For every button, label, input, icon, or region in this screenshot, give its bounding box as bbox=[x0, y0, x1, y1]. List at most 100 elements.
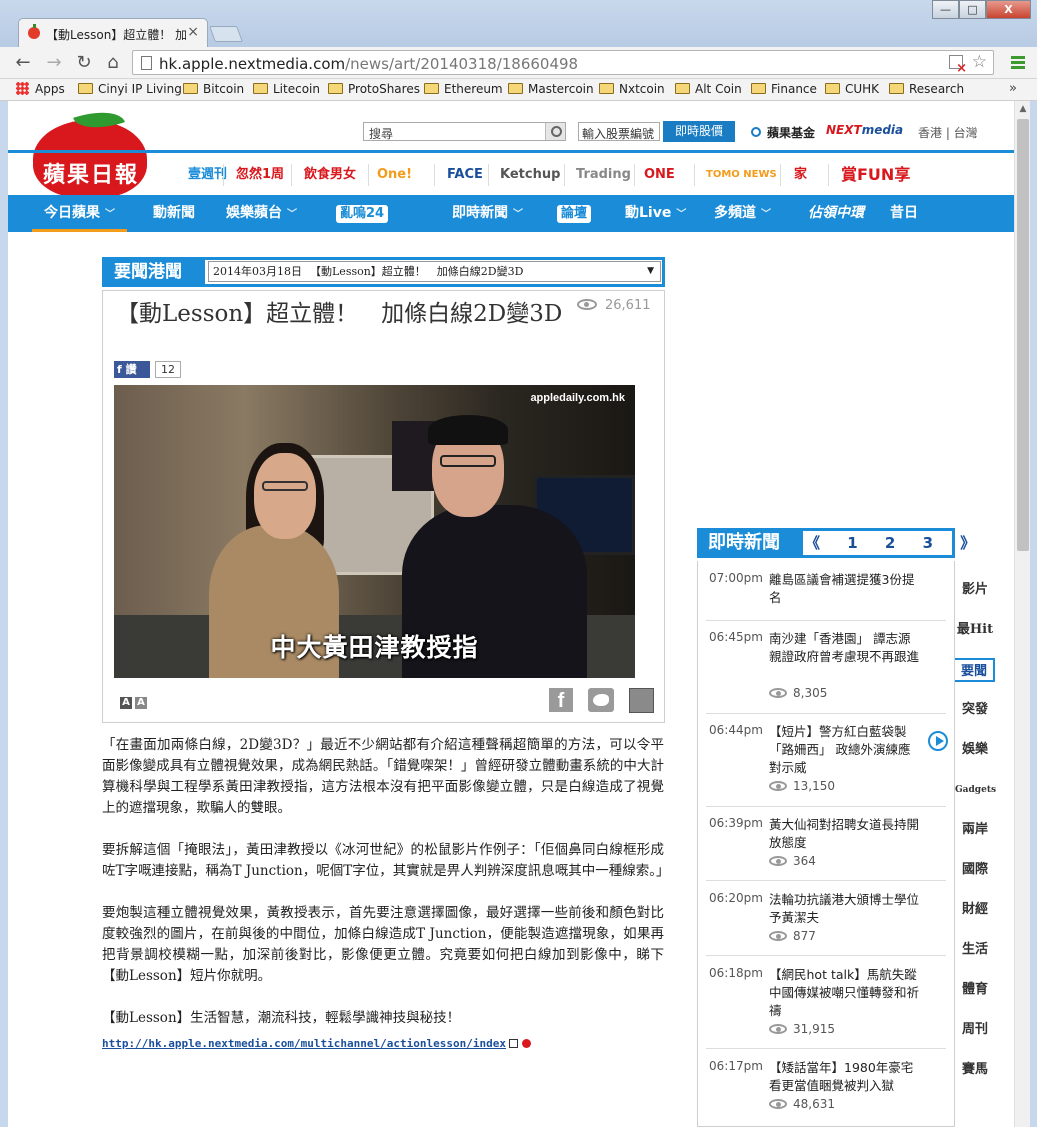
external-link-icon[interactable] bbox=[508, 1039, 518, 1048]
category-tab[interactable]: 賽馬 bbox=[955, 1058, 995, 1082]
close-window-button[interactable]: X bbox=[986, 0, 1031, 19]
nav-today-apple[interactable]: 今日蘋果 ﹀ bbox=[32, 195, 127, 232]
browser-tab[interactable]: 【動Lesson】超立體！ 加 × bbox=[18, 18, 208, 47]
news-title[interactable]: 【網民hot talk】馬航失蹤中國傳媒被嘲只懂轉發和祈禱 bbox=[769, 966, 921, 1020]
nav-occupy-central[interactable]: 佔領中環 bbox=[808, 195, 864, 232]
region-links[interactable]: 香港 | 台灣 bbox=[918, 124, 978, 141]
news-title[interactable]: 黃大仙祠對招聘女道長持開放態度 bbox=[769, 816, 921, 852]
brand-link[interactable]: 飲食男女 bbox=[304, 164, 356, 186]
brand-link[interactable]: One! bbox=[377, 164, 412, 186]
news-title[interactable]: 離島區議會補選提獲3份提名 bbox=[769, 571, 921, 607]
category-tab-active[interactable]: 要聞 bbox=[955, 658, 995, 682]
video-player[interactable]: appledaily.com.hk 中大黃田津教授指 bbox=[114, 385, 635, 678]
bookmark-item[interactable]: Alt Coin bbox=[675, 82, 742, 96]
news-title[interactable]: 【短片】警方紅白藍袋製「路姍西」 政總外演練應對示威 bbox=[769, 723, 921, 777]
bookmark-item[interactable]: Research bbox=[889, 82, 964, 96]
nav-entertainment[interactable]: 娛樂蘋台 ﹀ bbox=[226, 195, 297, 232]
news-title[interactable]: 【矮話當年】1980年豪宅看更當值睏覺被判入獄 bbox=[769, 1059, 921, 1095]
url-text[interactable]: hk.apple.nextmedia.com/news/art/20140318… bbox=[159, 55, 578, 73]
font-smaller-button[interactable]: A bbox=[120, 697, 132, 709]
action-lesson-link[interactable]: http://hk.apple.nextmedia.com/multichann… bbox=[102, 1037, 506, 1050]
page-1[interactable]: 1 bbox=[847, 531, 857, 555]
bookmark-item[interactable]: Cinyi IP Living bbox=[78, 82, 182, 96]
news-item[interactable]: 06:17pm 【矮話當年】1980年豪宅看更當值睏覺被判入獄 48,631 bbox=[706, 1059, 946, 1119]
new-tab-button[interactable] bbox=[209, 26, 243, 42]
bookmark-star-icon[interactable]: ☆ bbox=[972, 52, 987, 72]
reload-icon[interactable]: ↻ bbox=[73, 52, 95, 74]
brand-link[interactable]: 忽然1周 bbox=[236, 164, 284, 186]
stock-code-input[interactable]: 輸入股票編號 bbox=[578, 122, 660, 141]
menu-icon[interactable] bbox=[1011, 56, 1025, 71]
bookmark-item[interactable]: Nxtcoin bbox=[599, 82, 665, 96]
maximize-button[interactable]: □ bbox=[959, 0, 986, 19]
category-tab[interactable]: 娛樂 bbox=[955, 738, 995, 762]
back-arrow-icon[interactable]: ← bbox=[12, 52, 34, 74]
article-select-dropdown[interactable]: 2014年03月18日 【動Lesson】超立體！ 加條白線2D變3D ▼ bbox=[208, 261, 661, 282]
tab-close-icon[interactable]: × bbox=[187, 24, 199, 40]
bookmark-item[interactable]: Bitcoin bbox=[183, 82, 244, 96]
home-icon[interactable]: ⌂ bbox=[102, 52, 124, 74]
brand-link[interactable]: 壹週刊 bbox=[188, 164, 227, 186]
address-bar[interactable]: hk.apple.nextmedia.com/news/art/20140318… bbox=[132, 50, 994, 76]
scroll-up-icon[interactable]: ▲ bbox=[1015, 101, 1031, 117]
scrollbar-thumb[interactable] bbox=[1017, 119, 1029, 551]
news-item[interactable]: 06:44pm 【短片】警方紅白藍袋製「路姍西」 政總外演練應對示威 13,15… bbox=[706, 723, 948, 807]
category-tab[interactable]: 最Hit bbox=[955, 618, 995, 642]
bookmark-item[interactable]: Ethereum bbox=[424, 82, 503, 96]
news-item[interactable]: 06:20pm 法輪功抗議港大頒博士學位予黃潔夫 877 bbox=[706, 891, 946, 956]
news-item[interactable]: 06:39pm 黃大仙祠對招聘女道長持開放態度 364 bbox=[706, 816, 946, 881]
share-twitter-icon[interactable] bbox=[588, 688, 614, 712]
news-title[interactable]: 法輪功抗議港大頒博士學位予黃潔夫 bbox=[769, 891, 921, 927]
bookmark-apps[interactable]: Apps bbox=[16, 82, 65, 96]
more-bookmarks-icon[interactable]: » bbox=[1009, 81, 1017, 96]
brand-link[interactable]: FACE bbox=[447, 164, 483, 186]
share-facebook-icon[interactable]: f bbox=[549, 688, 573, 712]
apple-fund-link[interactable]: 蘋果基金 bbox=[751, 124, 815, 141]
search-icon[interactable] bbox=[545, 123, 565, 140]
bookmark-item[interactable]: ProtoShares bbox=[328, 82, 420, 96]
nav-motion-news[interactable]: 動新聞 bbox=[153, 195, 195, 232]
category-tab[interactable]: 兩岸 bbox=[955, 818, 995, 842]
bookmark-item[interactable]: Litecoin bbox=[253, 82, 320, 96]
bookmark-item[interactable]: Finance bbox=[751, 82, 817, 96]
category-tab[interactable]: 國際 bbox=[955, 858, 995, 882]
facebook-like-button[interactable]: f 讚 bbox=[114, 361, 150, 378]
brand-link[interactable]: TOMO NEWS bbox=[706, 164, 777, 186]
nextmedia-logo[interactable]: NEXTmedia bbox=[826, 123, 903, 137]
nav-live[interactable]: 動Live ﹀ bbox=[625, 195, 686, 232]
brand-link[interactable]: Trading bbox=[576, 164, 631, 186]
next-page-icon[interactable]: 》 bbox=[960, 531, 975, 555]
nav-channels[interactable]: 多頻道 ﹀ bbox=[714, 195, 771, 232]
category-tab[interactable]: 財經 bbox=[955, 898, 995, 922]
brand-link[interactable]: ONE bbox=[644, 164, 675, 186]
category-tab[interactable]: Gadgets bbox=[955, 778, 996, 802]
nav-forum[interactable]: 論壇 bbox=[557, 195, 592, 232]
category-tab[interactable]: 突發 bbox=[955, 698, 995, 722]
category-tab[interactable]: 生活 bbox=[955, 938, 995, 962]
news-item[interactable]: 06:45pm 南沙建「香港園」 譚志源親證政府曾考慮現不再跟進 8,305 bbox=[706, 630, 946, 714]
nav-archive[interactable]: 昔日 bbox=[890, 195, 918, 232]
share-more-icon[interactable] bbox=[629, 688, 654, 713]
category-tab[interactable]: 影片 bbox=[955, 578, 995, 602]
forward-arrow-icon[interactable]: → bbox=[43, 52, 65, 74]
page-2[interactable]: 2 bbox=[885, 531, 895, 555]
bookmark-item[interactable]: Mastercoin bbox=[508, 82, 594, 96]
brand-link[interactable]: Ketchup bbox=[500, 164, 560, 186]
minimize-button[interactable]: — bbox=[932, 0, 959, 19]
news-title[interactable]: 南沙建「香港園」 譚志源親證政府曾考慮現不再跟進 bbox=[769, 630, 921, 666]
brand-link[interactable]: 家 bbox=[794, 164, 807, 186]
category-tab[interactable]: 體育 bbox=[955, 978, 995, 1002]
news-item[interactable]: 07:00pm 離島區議會補選提獲3份提名 bbox=[706, 571, 946, 621]
brand-link[interactable]: 賞FUN享 bbox=[841, 164, 910, 186]
play-video-icon[interactable] bbox=[928, 731, 948, 751]
prev-page-icon[interactable]: 《 bbox=[805, 531, 820, 555]
site-search-input[interactable]: 搜尋 bbox=[363, 122, 566, 141]
page-scrollbar[interactable]: ▲ bbox=[1014, 101, 1030, 1127]
page-3[interactable]: 3 bbox=[923, 531, 933, 555]
stock-quote-button[interactable]: 即時股價 bbox=[663, 121, 735, 142]
font-larger-button[interactable]: A bbox=[135, 697, 147, 709]
blocked-content-icon[interactable] bbox=[949, 55, 967, 76]
nav-instant-news[interactable]: 即時新聞 ﹀ bbox=[452, 195, 523, 232]
nav-ming24[interactable]: 亂嗚24 bbox=[336, 195, 389, 232]
bookmark-item[interactable]: CUHK bbox=[825, 82, 879, 96]
